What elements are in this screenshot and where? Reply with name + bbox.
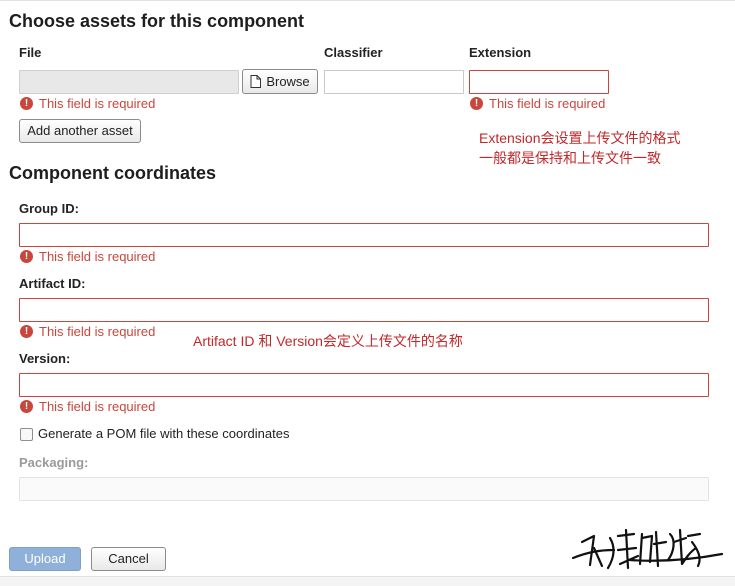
browse-label: Browse	[266, 74, 310, 89]
generate-pom-label[interactable]: Generate a POM file with these coordinat…	[38, 426, 289, 441]
artifact-id-input[interactable]	[19, 298, 709, 322]
extension-input[interactable]	[469, 70, 609, 94]
artifact-id-error: ! This field is required	[20, 324, 155, 339]
extension-note-line2: 一般都是保持和上传文件一致	[479, 150, 661, 166]
generate-pom-checkbox[interactable]	[20, 428, 33, 441]
error-circle-icon: !	[20, 97, 33, 110]
extension-label: Extension	[469, 45, 532, 60]
browse-button[interactable]: Browse	[242, 69, 318, 94]
version-label: Version:	[19, 351, 71, 366]
signature-watermark	[571, 528, 724, 570]
error-circle-icon: !	[20, 250, 33, 263]
file-icon	[250, 72, 262, 95]
version-error-text: This field is required	[39, 399, 156, 414]
artifact-id-label: Artifact ID:	[19, 276, 86, 291]
error-circle-icon: !	[470, 97, 483, 110]
file-error: ! This field is required	[20, 96, 155, 111]
extension-note-line1: Extension会设置上传文件的格式	[479, 130, 681, 146]
error-circle-icon: !	[20, 325, 33, 338]
group-id-error-text: This field is required	[39, 249, 156, 264]
version-input[interactable]	[19, 373, 709, 397]
upload-button[interactable]: Upload	[9, 547, 81, 571]
file-label: File	[19, 45, 42, 60]
group-id-error: ! This field is required	[20, 249, 155, 264]
classifier-input[interactable]	[324, 70, 464, 94]
group-id-label: Group ID:	[19, 201, 79, 216]
extension-error: ! This field is required	[470, 96, 605, 111]
group-id-input[interactable]	[19, 223, 709, 247]
error-circle-icon: !	[20, 400, 33, 413]
extension-error-text: This field is required	[489, 96, 606, 111]
cancel-button[interactable]: Cancel	[91, 547, 166, 571]
packaging-label: Packaging:	[19, 455, 89, 470]
packaging-input	[19, 477, 709, 501]
classifier-label: Classifier	[324, 45, 383, 60]
artifact-id-error-text: This field is required	[39, 324, 156, 339]
file-input[interactable]	[19, 70, 239, 94]
add-another-asset-button[interactable]: Add another asset	[19, 119, 141, 143]
assets-section-title: Choose assets for this component	[9, 11, 305, 31]
file-error-text: This field is required	[39, 96, 156, 111]
artifact-note: Artifact ID 和 Version会定义上传文件的名称	[193, 333, 463, 349]
coordinates-section-title: Component coordinates	[9, 163, 217, 183]
top-border	[0, 0, 735, 1]
version-error: ! This field is required	[20, 399, 155, 414]
